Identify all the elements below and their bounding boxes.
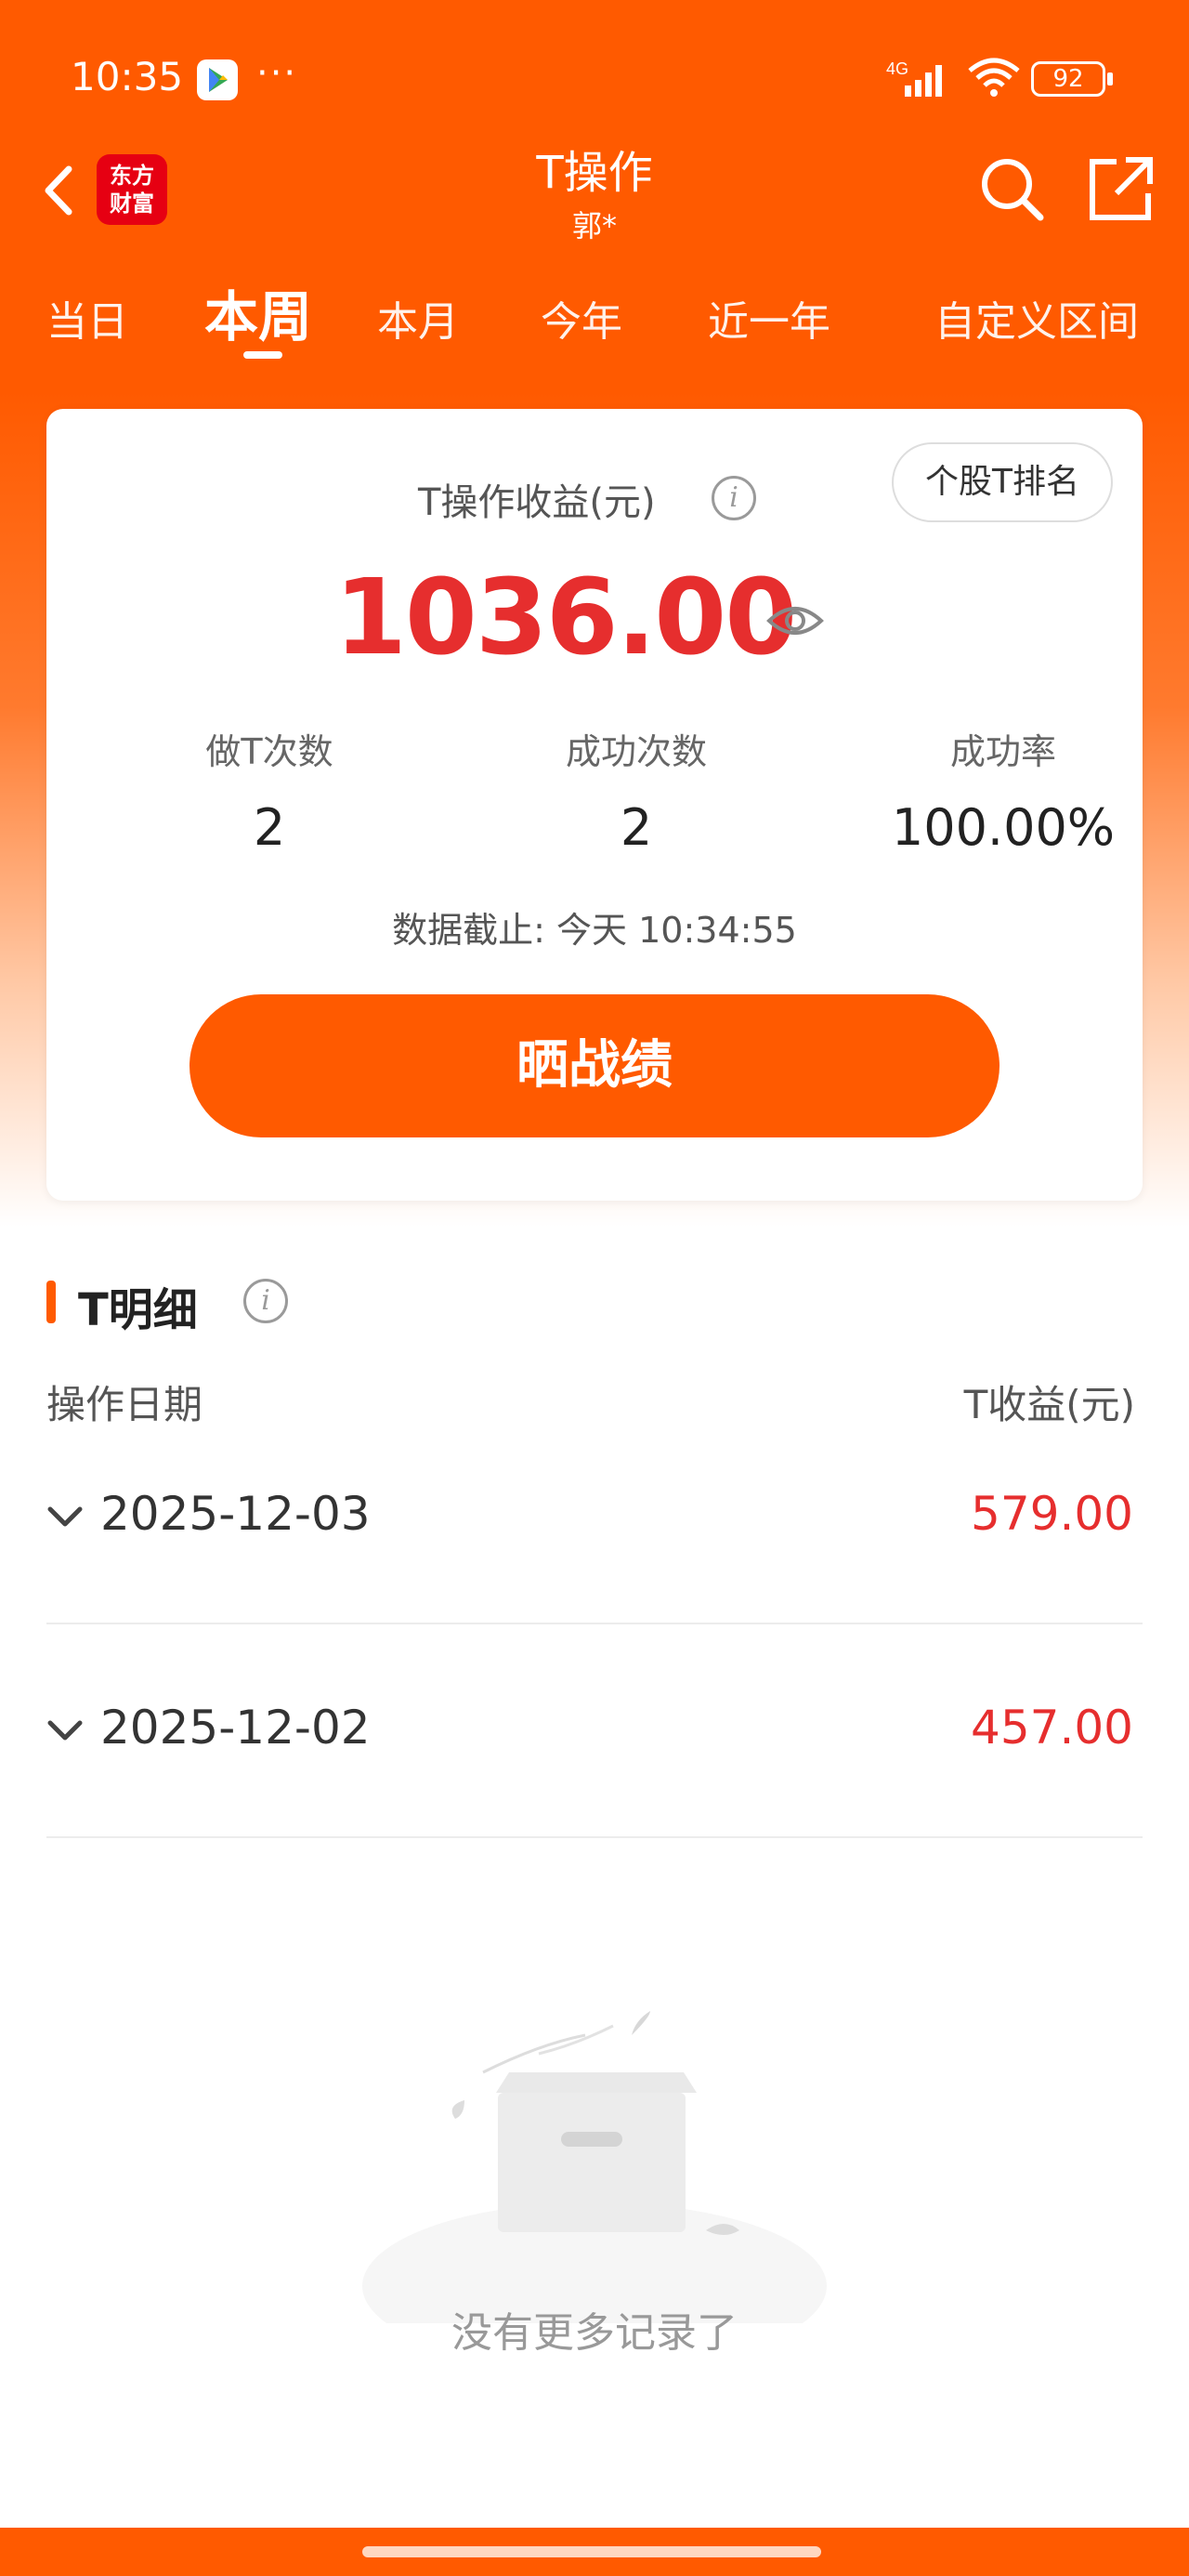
eye-icon[interactable]: [765, 591, 825, 651]
row-profit: 579.00: [971, 1487, 1133, 1541]
home-indicator[interactable]: [362, 2546, 821, 2557]
chevron-down-icon[interactable]: [46, 1712, 84, 1749]
status-time: 10:35: [71, 54, 184, 99]
network-type: 4G: [886, 59, 908, 78]
list-item[interactable]: 2025-12-03 579.00: [46, 1413, 1143, 1624]
summary-card: 个股T排名 T操作收益(元) i 1036.00 做T次数 2 成功次数 2 成…: [46, 409, 1143, 1201]
tab-this-month[interactable]: 本月: [377, 288, 459, 348]
info-icon[interactable]: i: [243, 1279, 288, 1323]
row-date: 2025-12-03: [100, 1487, 371, 1541]
page-title: T操作: [536, 147, 653, 199]
empty-box-illustration: [353, 2007, 836, 2370]
active-tab-indicator: [243, 351, 282, 359]
search-icon[interactable]: [977, 154, 1046, 223]
tab-today[interactable]: 当日: [46, 288, 128, 348]
data-as-of: 数据截止: 今天 10:34:55: [392, 910, 797, 951]
stat-label: 做T次数: [205, 731, 333, 772]
row-profit: 457.00: [971, 1701, 1133, 1755]
stat-success-rate: 成功率 100.00%: [836, 723, 1170, 857]
tab-this-week[interactable]: 本周: [204, 273, 312, 351]
status-bar: 10:35 ··· 4G 92: [0, 0, 1189, 149]
profit-value: 1036.00: [334, 558, 797, 678]
stat-label: 成功率: [949, 731, 1056, 772]
app-logo: 东方 财富: [97, 154, 167, 225]
empty-state-text: 没有更多记录了: [451, 2309, 738, 2357]
tab-this-year[interactable]: 今年: [541, 288, 622, 348]
stat-success-count: 成功次数 2: [469, 723, 804, 857]
back-icon[interactable]: [37, 158, 84, 223]
period-tabs: 当日 本周 本月 今年 近一年 自定义区间: [0, 269, 1189, 372]
share-results-button[interactable]: 晒战绩: [189, 994, 1000, 1137]
stat-label: 成功次数: [565, 731, 707, 772]
play-store-icon: [197, 59, 238, 100]
logo-line1: 东方: [110, 163, 154, 189]
share-icon[interactable]: [1085, 154, 1156, 225]
section-accent-bar: [46, 1281, 56, 1323]
section-title: T明细: [78, 1284, 198, 1336]
chevron-down-icon[interactable]: [46, 1498, 84, 1535]
wifi-icon: [966, 56, 1022, 104]
row-date: 2025-12-02: [100, 1701, 371, 1755]
tab-custom-range[interactable]: 自定义区间: [934, 288, 1139, 348]
battery-indicator: 92: [1031, 61, 1105, 97]
list-item[interactable]: 2025-12-02 457.00: [46, 1626, 1143, 1838]
stock-t-ranking-button[interactable]: 个股T排名: [892, 442, 1113, 522]
stat-value: 100.00%: [891, 798, 1116, 857]
page-subtitle: 郭*: [571, 208, 617, 243]
status-more-dots: ···: [256, 52, 298, 95]
battery-tip: [1107, 72, 1113, 85]
profit-label: T操作收益(元): [418, 481, 656, 524]
stat-value: 2: [620, 798, 653, 857]
logo-line2: 财富: [110, 191, 154, 217]
tab-last-year[interactable]: 近一年: [708, 288, 830, 348]
stat-value: 2: [253, 798, 286, 857]
stat-trade-count: 做T次数 2: [102, 723, 437, 857]
info-icon[interactable]: i: [712, 476, 756, 520]
signal-icon: 4G: [884, 58, 953, 106]
